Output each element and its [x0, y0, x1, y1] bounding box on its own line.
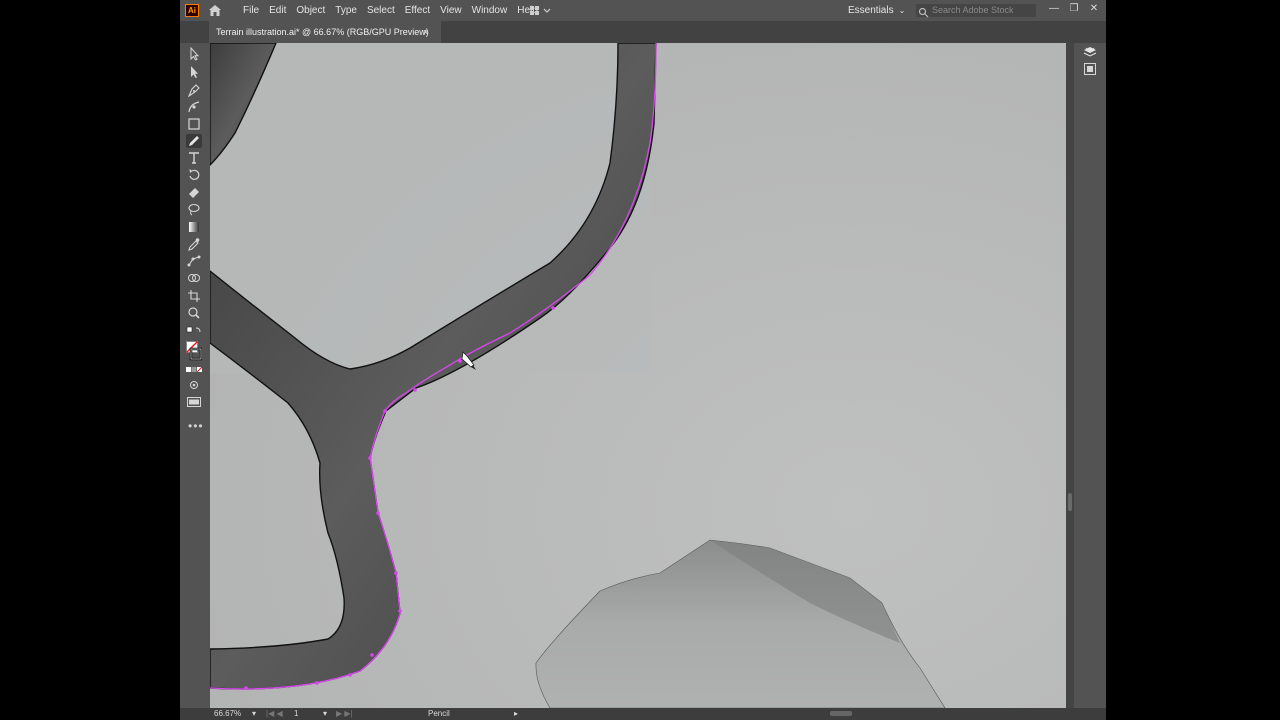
workspace-switcher[interactable]: Essentials ⌄ — [848, 0, 905, 21]
zoom-level[interactable]: 66.67% — [214, 708, 241, 720]
fill-stroke-icon[interactable] — [186, 341, 202, 361]
search-icon — [918, 5, 929, 18]
document-tab-bar: Terrain illustration.ai* @ 66.67% (RGB/G… — [180, 21, 1106, 43]
chevron-down-icon[interactable]: ▾ — [323, 708, 327, 720]
document-tab-title: Terrain illustration.ai* @ 66.67% (RGB/G… — [216, 27, 429, 37]
more-tools-icon[interactable]: ••• — [188, 419, 204, 433]
right-panel-dock — [1074, 43, 1106, 708]
curvature-tool-icon[interactable] — [186, 100, 202, 114]
menu-type[interactable]: Type — [335, 5, 357, 16]
rotate-tool-icon[interactable] — [186, 168, 202, 182]
terrain-artwork — [210, 43, 1066, 708]
artboard-nav-prev-icon[interactable]: |◀ ◀ — [266, 708, 283, 720]
eyedropper-tool-icon[interactable] — [186, 237, 202, 251]
swap-colors-icon[interactable] — [186, 326, 202, 336]
close-tab-icon[interactable]: × — [423, 21, 428, 43]
screen-mode-icon[interactable] — [186, 396, 202, 408]
tools-panel: ••• — [180, 43, 209, 708]
rectangle-tool-icon[interactable] — [186, 117, 202, 131]
close-window-icon[interactable]: ✕ — [1084, 0, 1104, 21]
artboard-tool-icon[interactable] — [186, 289, 202, 303]
app-logo: Ai — [185, 4, 199, 17]
minimize-icon[interactable]: — — [1044, 0, 1064, 21]
status-bar: 66.67% ▾ |◀ ◀ 1 ▾ ▶ ▶| Pencil ▸ — [180, 708, 1106, 720]
direct-selection-tool-icon[interactable] — [186, 65, 202, 79]
chevron-down-icon[interactable]: ▾ — [252, 708, 256, 720]
menu-window[interactable]: Window — [472, 5, 508, 16]
home-icon[interactable] — [207, 3, 223, 18]
search-placeholder: Search Adobe Stock — [932, 5, 1014, 15]
layers-panel-icon[interactable] — [1082, 45, 1098, 59]
selection-tool-icon[interactable] — [186, 47, 202, 61]
zoom-tool-icon[interactable] — [186, 306, 202, 320]
lasso-tool-icon[interactable] — [186, 202, 202, 216]
menu-bar: Ai File Edit Object Type Select Effect V… — [180, 0, 1106, 21]
arrange-documents-icon[interactable] — [529, 4, 553, 17]
menu-object[interactable]: Object — [296, 5, 325, 16]
menu-effect[interactable]: Effect — [405, 5, 430, 16]
menu-file[interactable]: File — [243, 5, 259, 16]
pen-tool-icon[interactable] — [186, 83, 202, 97]
menu-edit[interactable]: Edit — [269, 5, 286, 16]
current-tool-readout: Pencil — [428, 709, 450, 718]
puppet-warp-tool-icon[interactable] — [186, 254, 202, 268]
type-tool-icon[interactable] — [186, 151, 202, 165]
main-menu: File Edit Object Type Select Effect View… — [243, 0, 548, 21]
artboard-canvas[interactable] — [210, 43, 1066, 708]
document-tab[interactable]: Terrain illustration.ai* @ 66.67% (RGB/G… — [209, 21, 441, 43]
gradient-tool-icon[interactable] — [186, 220, 202, 234]
shape-builder-tool-icon[interactable] — [186, 271, 202, 285]
play-icon[interactable]: ▸ — [514, 708, 518, 720]
menu-view[interactable]: View — [440, 5, 462, 16]
artboard-nav-next-icon[interactable]: ▶ ▶| — [336, 708, 353, 720]
properties-panel-icon[interactable] — [1082, 62, 1098, 76]
menu-select[interactable]: Select — [367, 5, 395, 16]
illustrator-window: Ai File Edit Object Type Select Effect V… — [180, 0, 1106, 720]
horizontal-scrollbar-thumb[interactable] — [830, 711, 852, 716]
restore-icon[interactable]: ❐ — [1064, 0, 1084, 21]
drawing-mode-icon[interactable] — [186, 380, 202, 390]
color-mode-icons[interactable] — [186, 366, 202, 374]
chevron-down-icon: ⌄ — [898, 6, 906, 15]
workspace-label: Essentials — [848, 5, 894, 16]
eraser-tool-icon[interactable] — [186, 185, 202, 199]
stock-search-field[interactable]: Search Adobe Stock — [916, 4, 1036, 18]
vertical-scrollbar[interactable] — [1066, 43, 1074, 708]
pencil-tool-icon[interactable] — [186, 134, 202, 148]
artboard-number[interactable]: 1 — [294, 708, 298, 720]
scrollbar-thumb[interactable] — [1068, 493, 1072, 511]
